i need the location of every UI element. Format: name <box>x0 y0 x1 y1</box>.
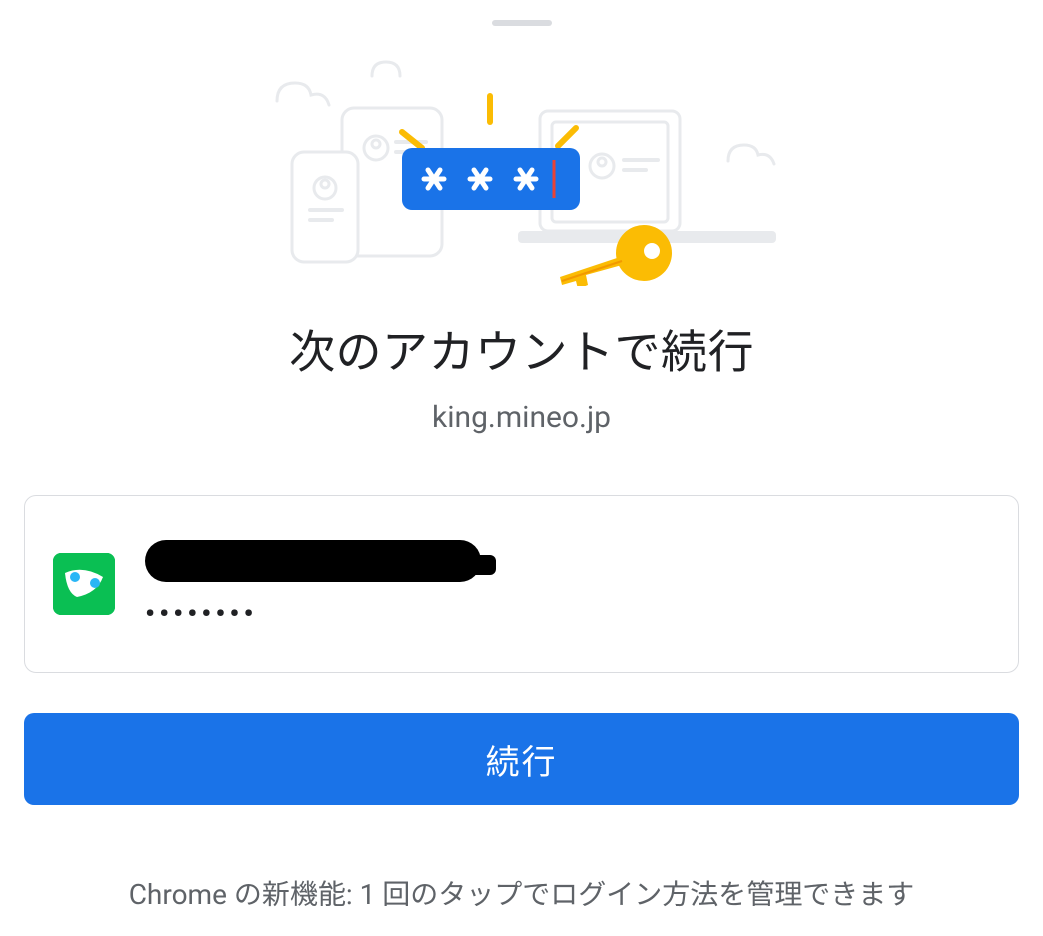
password-illustration <box>262 56 782 286</box>
password-autofill-sheet: 次のアカウントで続行 king.mineo.jp •••••••• 続行 Chr… <box>0 0 1043 936</box>
dialog-domain: king.mineo.jp <box>0 400 1043 435</box>
dialog-heading: 次のアカウントで続行 <box>0 316 1043 382</box>
account-card[interactable]: •••••••• <box>24 495 1019 673</box>
account-username-redacted <box>145 540 481 582</box>
site-favicon-icon <box>53 553 115 615</box>
account-password-mask: •••••••• <box>145 600 481 628</box>
account-credentials: •••••••• <box>145 540 481 628</box>
footer-hint: Chrome の新機能: 1 回のタップでログイン方法を管理できます <box>0 873 1043 913</box>
continue-button[interactable]: 続行 <box>24 713 1019 805</box>
drag-handle-icon[interactable] <box>492 20 552 26</box>
